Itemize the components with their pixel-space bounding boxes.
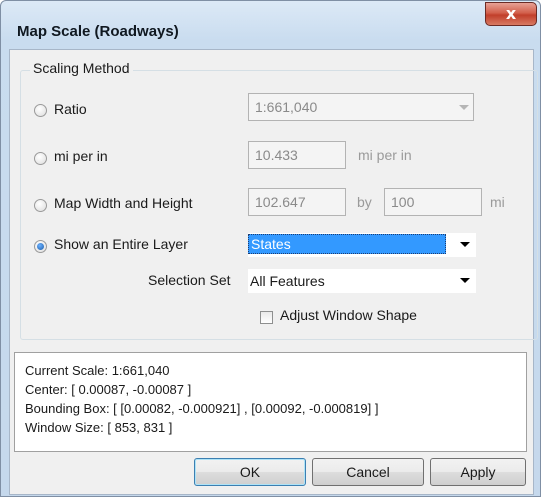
layer-dropdown-value: States — [248, 234, 446, 254]
selection-set-label: Selection Set — [148, 272, 231, 288]
mi-per-in-radio[interactable] — [34, 152, 47, 165]
entire-layer-label[interactable]: Show an Entire Layer — [54, 236, 188, 252]
ratio-label[interactable]: Ratio — [54, 101, 87, 117]
mi-per-in-unit: mi per in — [358, 147, 412, 163]
width-height-radio[interactable] — [34, 199, 47, 212]
mi-per-in-label[interactable]: mi per in — [54, 148, 108, 164]
apply-button[interactable]: Apply — [430, 458, 526, 486]
chevron-down-icon — [460, 242, 470, 247]
ratio-radio[interactable] — [34, 104, 47, 117]
bounding-box-text: Bounding Box: [ [0.00082, -0.000921] , [… — [25, 401, 379, 416]
window-size-text: Window Size: [ 853, 831 ] — [25, 420, 173, 435]
ratio-value: 1:661,040 — [255, 99, 318, 115]
scaling-method-legend: Scaling Method — [30, 60, 133, 76]
width-height-unit: mi — [490, 194, 505, 210]
cancel-button[interactable]: Cancel — [312, 458, 424, 486]
ok-button[interactable]: OK — [194, 458, 306, 486]
dialog-title: Map Scale (Roadways) — [17, 23, 179, 40]
current-scale-text: Current Scale: 1:661,040 — [25, 363, 170, 378]
chevron-down-icon — [460, 278, 470, 283]
close-icon: x — [505, 4, 517, 23]
dialog-body: Scaling Method Ratio 1:661,040 mi per in… — [9, 49, 538, 495]
map-width-field: 102.647 — [248, 188, 346, 216]
map-height-field: 100 — [384, 188, 482, 216]
scale-info-panel: Current Scale: 1:661,040 Center: [ 0.000… — [14, 352, 527, 452]
center-text: Center: [ 0.00087, -0.00087 ] — [25, 382, 192, 397]
dialog-window: Map Scale (Roadways) x Scaling Method Ra… — [0, 0, 541, 497]
by-label: by — [357, 194, 372, 210]
adjust-window-label[interactable]: Adjust Window Shape — [280, 307, 417, 323]
layer-dropdown[interactable]: States — [248, 233, 476, 257]
selection-set-value: All Features — [250, 273, 325, 289]
close-button[interactable]: x — [485, 2, 537, 26]
mi-per-in-field: 10.433 — [248, 141, 346, 169]
entire-layer-radio[interactable] — [34, 240, 47, 253]
ratio-combo: 1:661,040 — [248, 93, 474, 121]
selection-set-dropdown[interactable]: All Features — [248, 269, 476, 293]
adjust-window-checkbox[interactable] — [260, 311, 273, 324]
chevron-down-icon — [459, 105, 469, 110]
width-height-label[interactable]: Map Width and Height — [54, 195, 193, 211]
